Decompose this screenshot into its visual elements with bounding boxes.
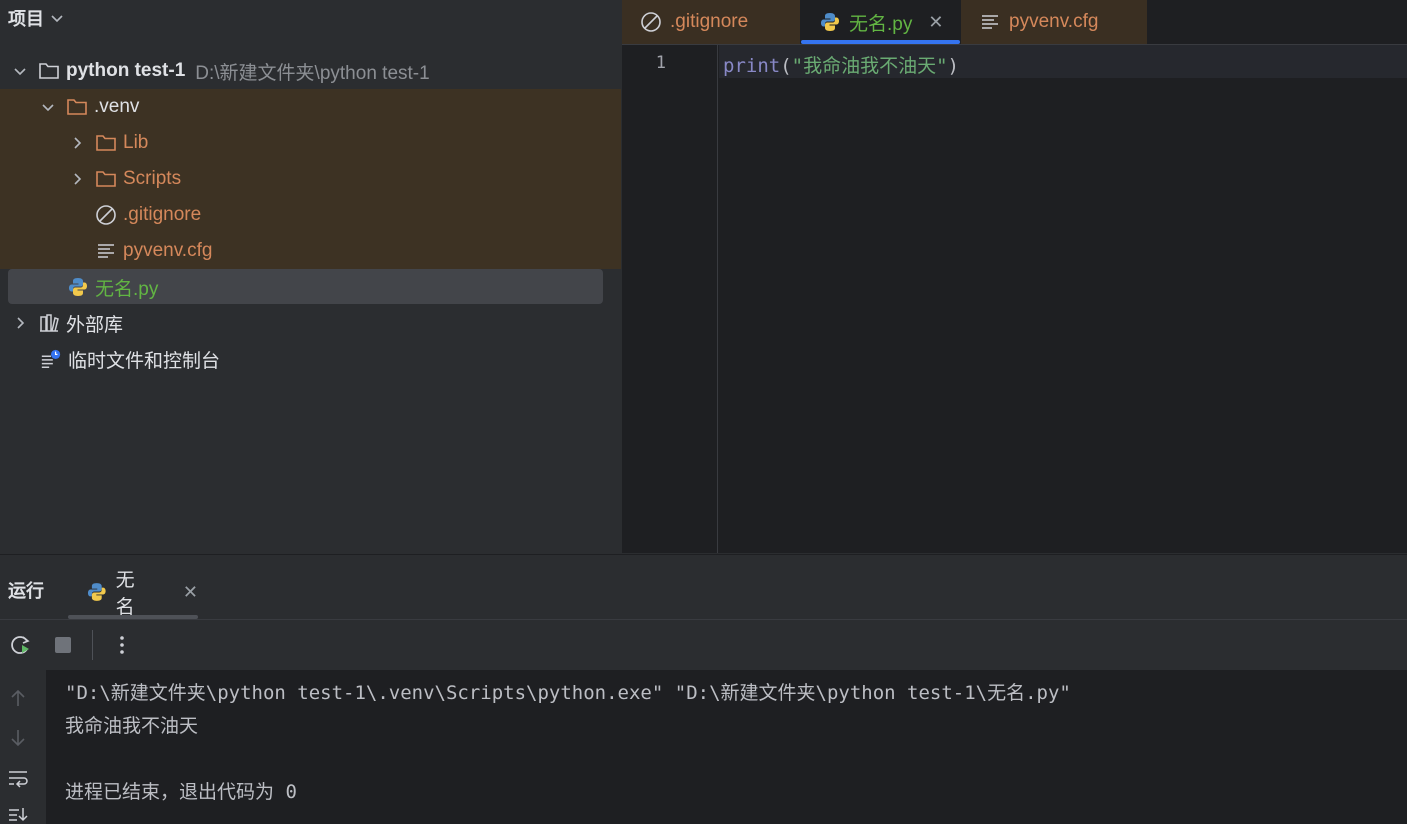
python-file-icon — [67, 276, 89, 298]
external-libs-label: 外部库 — [66, 314, 124, 336]
tree-item-venv[interactable]: .venv — [0, 89, 621, 125]
console-program-output: 我命油我不油天 — [65, 715, 199, 737]
tab-gitignore[interactable]: .gitignore — [622, 0, 800, 44]
console-exit-message: 进程已结束，退出代码为 0 — [65, 781, 297, 803]
folder-icon — [95, 168, 117, 190]
run-tab-label: 无名 — [115, 570, 135, 618]
expanded-arrow-icon[interactable] — [10, 61, 30, 81]
active-tab-indicator — [801, 40, 960, 44]
venv-label: .venv — [94, 96, 140, 117]
collapsed-arrow-icon[interactable] — [10, 313, 30, 333]
rerun-icon — [11, 636, 30, 654]
scratches-icon — [40, 348, 62, 370]
project-root-path: D:\新建文件夹\python test-1 — [195, 62, 430, 84]
scroll-to-end-button[interactable] — [6, 804, 30, 824]
folder-icon — [95, 132, 117, 154]
lib-label: Lib — [123, 132, 149, 153]
tab-label: .gitignore — [670, 11, 749, 32]
tree-item-lib[interactable]: Lib — [0, 125, 621, 161]
project-root-name: python test-1 — [66, 60, 186, 81]
tree-item-root[interactable]: python test-1 D:\新建文件夹\python test-1 — [0, 53, 621, 89]
ignore-file-icon — [641, 12, 661, 32]
run-tab[interactable]: 无名 ✕ — [68, 565, 198, 619]
scroll-to-end-icon — [9, 808, 28, 822]
rerun-button[interactable] — [8, 632, 34, 658]
tab-main-file[interactable]: 无名.py ✕ — [801, 0, 960, 44]
close-tab-icon[interactable]: ✕ — [928, 12, 943, 33]
code-line[interactable]: print("我命油我不油天") — [723, 51, 959, 78]
stop-icon — [55, 637, 71, 653]
arrow-up-icon — [11, 689, 25, 706]
soft-wrap-button[interactable] — [6, 766, 30, 790]
tree-item-scratches[interactable]: 临时文件和控制台 — [0, 341, 621, 377]
line-number-gutter: 1 — [622, 45, 718, 553]
tab-pyvenv[interactable]: pyvenv.cfg — [961, 0, 1147, 44]
tree-item-external-libs[interactable]: 外部库 — [0, 305, 621, 341]
tab-label: 无名.py — [849, 13, 913, 35]
collapsed-arrow-icon[interactable] — [67, 133, 87, 153]
tab-label: pyvenv.cfg — [1009, 11, 1099, 32]
project-panel: 项目 python test-1 D:\新建文件夹\python test-1 … — [0, 0, 621, 553]
tree-item-pyvenv[interactable]: pyvenv.cfg — [0, 233, 621, 269]
more-options-button[interactable] — [109, 632, 135, 658]
code-paren-close: ) — [947, 55, 959, 77]
more-vertical-icon — [120, 636, 124, 654]
editor-tab-bar: .gitignore 无名.py ✕ pyvenv.cfg — [622, 0, 1407, 45]
console-side-toolbar — [0, 670, 46, 824]
main-file-label: 无名.py — [95, 278, 159, 300]
tree-item-scripts[interactable]: Scripts — [0, 161, 621, 197]
ignore-file-icon — [95, 204, 117, 226]
line-number: 1 — [655, 53, 666, 73]
expanded-arrow-icon[interactable] — [38, 97, 58, 117]
stop-button[interactable] — [50, 632, 76, 658]
code-paren-open: ( — [780, 55, 792, 77]
run-panel-title: 运行 — [8, 581, 44, 601]
python-file-icon — [821, 13, 839, 31]
run-panel: 运行 无名 ✕ "D:\新建文件夹\python test-1\.venv\Sc… — [0, 554, 1407, 824]
library-icon — [38, 312, 60, 334]
console-command-line: "D:\新建文件夹\python test-1\.venv\Scripts\py… — [65, 682, 1071, 704]
folder-icon — [38, 60, 60, 82]
run-toolbar — [0, 619, 1407, 670]
project-view-selector[interactable]: 项目 — [8, 4, 64, 32]
code-keyword: print — [723, 55, 781, 77]
python-file-icon — [87, 583, 106, 601]
tree-item-gitignore[interactable]: .gitignore — [0, 197, 621, 233]
pyvenv-label: pyvenv.cfg — [123, 240, 213, 261]
scroll-up-button[interactable] — [6, 686, 30, 710]
toolbar-separator — [92, 630, 93, 660]
scroll-down-button[interactable] — [6, 726, 30, 750]
scratches-label: 临时文件和控制台 — [68, 350, 221, 372]
soft-wrap-icon — [9, 771, 28, 788]
arrow-down-icon — [11, 730, 25, 747]
scripts-label: Scripts — [123, 168, 182, 189]
chevron-down-icon — [51, 15, 63, 23]
collapsed-arrow-icon[interactable] — [67, 169, 87, 189]
folder-icon — [66, 96, 88, 118]
project-header-label: 项目 — [8, 9, 44, 29]
text-file-icon — [95, 240, 117, 262]
tree-item-main-file[interactable]: 无名.py — [0, 269, 621, 305]
console-output[interactable]: "D:\新建文件夹\python test-1\.venv\Scripts\py… — [46, 670, 1407, 824]
code-string: "我命油我不油天" — [791, 55, 948, 77]
gitignore-label: .gitignore — [123, 204, 202, 225]
text-file-icon — [982, 15, 998, 29]
close-tab-icon[interactable]: ✕ — [183, 582, 198, 603]
editor-area: .gitignore 无名.py ✕ pyvenv.cfg 1 print("我… — [622, 0, 1407, 553]
